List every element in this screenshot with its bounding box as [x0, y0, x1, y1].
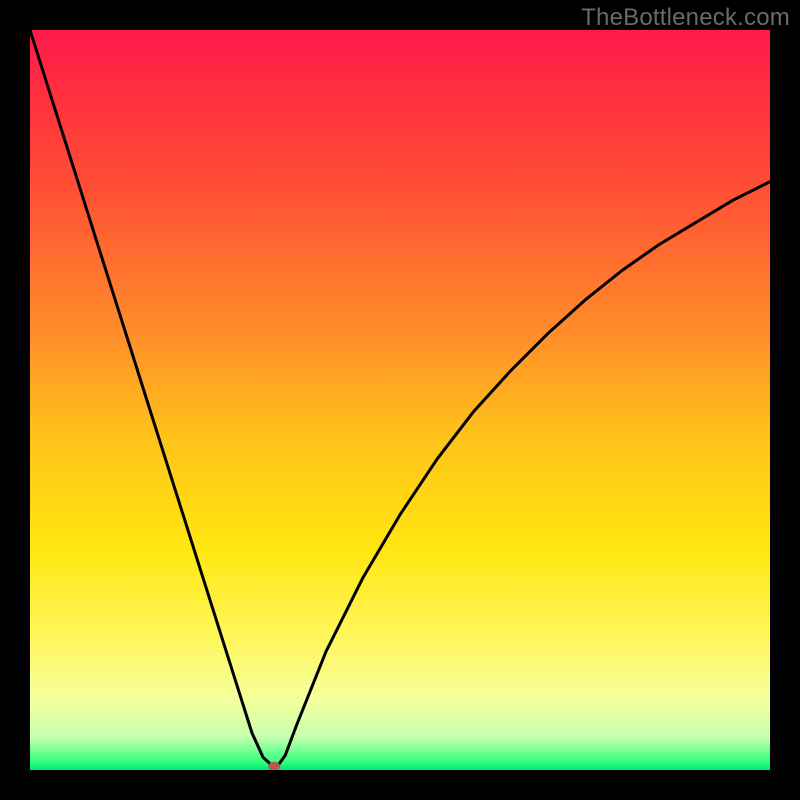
gradient-background [30, 30, 770, 770]
chart-frame: TheBottleneck.com [0, 0, 800, 800]
plot-area [30, 30, 770, 770]
watermark-text: TheBottleneck.com [581, 4, 790, 32]
chart-svg [30, 30, 770, 770]
